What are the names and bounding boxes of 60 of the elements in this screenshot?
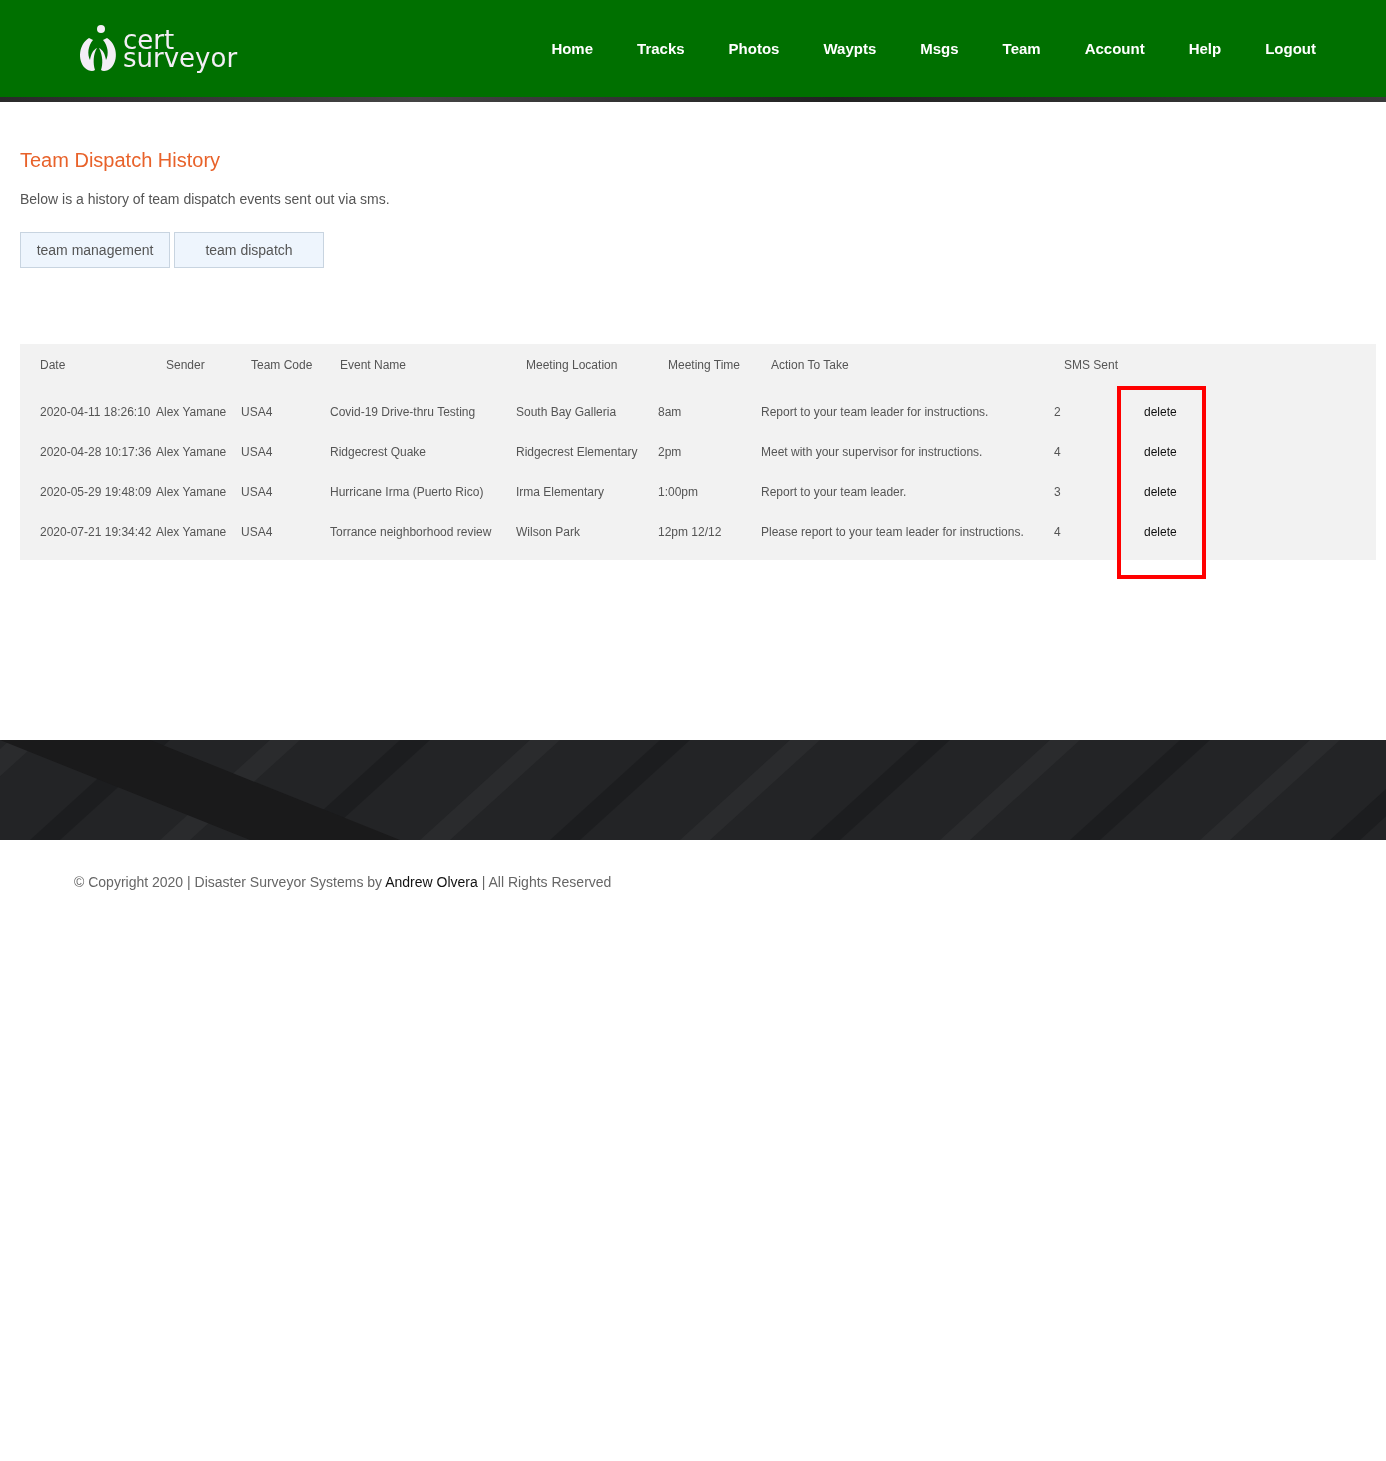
table-cell-text: 4 (1054, 445, 1062, 459)
table-cell-text: 12pm 12/12 (658, 525, 723, 539)
table-cell-text: Ridgecrest Elementary (516, 445, 639, 459)
page-title: Team Dispatch History (20, 149, 222, 172)
nav-link[interactable]: Account (1062, 40, 1167, 57)
table-cell-text: 2 (1054, 405, 1062, 419)
table-cell-text: Meet with your supervisor for instructions. (761, 445, 984, 459)
nav-button[interactable]: team management (20, 232, 170, 268)
table-cell-text: 2020-05-29 19:48:09 (40, 485, 153, 499)
table-cell-text: 8am (658, 405, 683, 419)
table-cell-text: USA4 (241, 525, 274, 539)
column-header: Date (40, 358, 67, 372)
nav-link[interactable]: Team (980, 40, 1063, 57)
column-header: SMS Sent (1063, 358, 1120, 372)
nav-button[interactable]: team dispatch (174, 232, 324, 268)
table-cell-text: Alex Yamane (156, 525, 228, 539)
table-cell-text: USA4 (241, 445, 274, 459)
column-header: Meeting Location (525, 358, 619, 372)
table-cell-text: Alex Yamane (156, 485, 228, 499)
intro-text: Below is a history of team dispatch events sent out via sms. (20, 191, 391, 207)
table-cell-text: Irma Elementary (516, 485, 606, 499)
table-cell-text: USA4 (241, 405, 274, 419)
table-cell-text: 2020-07-21 19:34:42 (40, 525, 153, 539)
delete-link[interactable]: delete (1144, 405, 1177, 419)
table-cell-text: 1:00pm (658, 485, 700, 499)
table-cell-text: 4 (1054, 525, 1062, 539)
table-cell-text: 2pm (658, 445, 683, 459)
nav-link[interactable]: Help (1166, 40, 1244, 57)
column-header: Sender (165, 358, 206, 372)
nav-link[interactable]: Logout (1243, 40, 1338, 57)
delete-link[interactable]: delete (1144, 445, 1177, 459)
nav-link[interactable]: Waypts (801, 40, 899, 57)
table-cell-text: Torrance neighborhood review (330, 525, 493, 539)
table-cell-text: Alex Yamane (156, 445, 228, 459)
nav-link[interactable]: Photos (706, 40, 802, 57)
author-link[interactable]: Andrew Olvera (385, 874, 478, 890)
logo-icon (77, 23, 119, 74)
copyright-text: © Copyright 2020 | Disaster Surveyor Systems by Andrew Olvera | All Rights Reserved (74, 874, 613, 890)
table-cell-text: Alex Yamane (156, 405, 228, 419)
table-cell-text: 3 (1054, 485, 1062, 499)
column-header: Team Code (250, 358, 314, 372)
table-cell-text: Please report to your team leader for instructions. (761, 525, 1025, 539)
column-header: Meeting Time (667, 358, 742, 372)
delete-link[interactable]: delete (1144, 485, 1177, 499)
table-cell-text: South Bay Galleria (516, 405, 618, 419)
nav-link[interactable]: Home (529, 40, 616, 57)
table-cell-text: Covid-19 Drive-thru Testing (330, 405, 477, 419)
table-cell-text: Ridgecrest Quake (330, 445, 428, 459)
table-cell-text: 2020-04-28 10:17:36 (40, 445, 153, 459)
delete-link[interactable]: delete (1144, 525, 1177, 539)
column-header: Action To Take (770, 358, 850, 372)
table-cell-text: Report to your team leader. (761, 485, 908, 499)
table-cell-text: 2020-04-11 18:26:10 (40, 405, 152, 419)
table-cell-text: Report to your team leader for instructions. (761, 405, 990, 419)
table-cell-text: Wilson Park (516, 525, 581, 539)
nav-link[interactable]: Tracks (615, 40, 707, 57)
nav-link[interactable]: Msgs (898, 40, 981, 57)
table-cell-text: USA4 (241, 485, 274, 499)
column-header: Event Name (339, 358, 408, 372)
table-cell-text: Hurricane Irma (Puerto Rico) (330, 485, 485, 499)
